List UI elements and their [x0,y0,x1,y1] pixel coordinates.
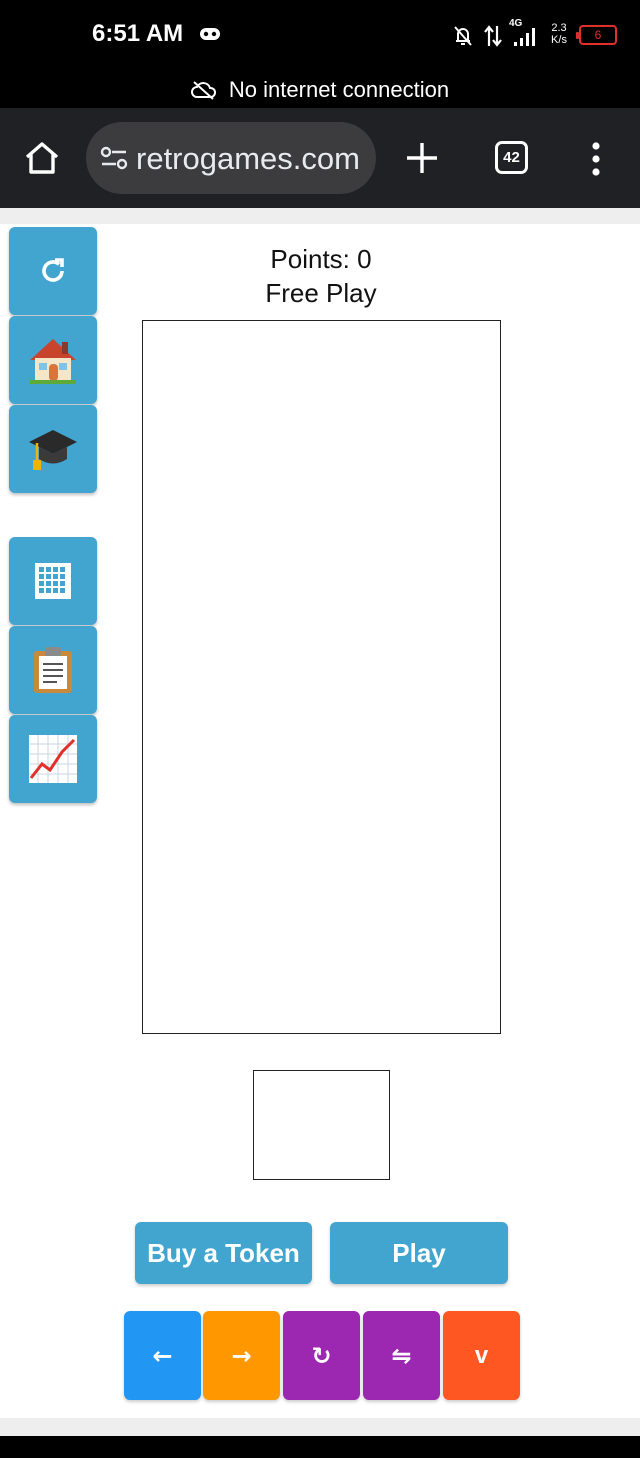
home-icon[interactable] [22,138,62,178]
points-display: Points: 0 [270,244,372,274]
browser-toolbar: retrogames.com 42 [0,108,640,208]
site-settings-icon[interactable] [100,146,128,170]
game-board[interactable] [142,320,501,1034]
game-mode: Free Play [265,278,377,308]
more-menu-icon[interactable] [590,141,602,177]
url-text[interactable]: retrogames.com [136,141,372,177]
stats-button[interactable] [9,715,97,803]
offline-text: No internet connection [228,77,450,102]
network-speed: 2.3 K/s [551,22,567,46]
play-button[interactable]: Play [330,1222,508,1284]
home-button[interactable] [9,316,97,404]
refresh-icon [42,258,64,282]
offline-banner: No internet connection [0,72,640,108]
tutorial-button[interactable] [9,405,97,493]
game-page: Points: 0 Free Play Buy a Token Play ← →… [0,224,640,1418]
clipboard-icon [34,647,72,693]
status-bar: 6:51 AM 4G 2.3 K/s 6 [0,0,640,72]
signal-icon [514,28,535,46]
data-transfer-icon [484,25,502,47]
grid-icon [35,563,71,599]
clipboard-button[interactable] [9,626,97,714]
cloud-off-icon [190,81,216,100]
drop-button[interactable]: v [443,1311,520,1400]
house-icon [30,339,76,384]
bell-off-icon [454,26,472,46]
rotate-button[interactable]: ↻ [283,1311,360,1400]
buy-token-button[interactable]: Buy a Token [135,1222,312,1284]
chart-icon [29,735,77,783]
graduation-cap-icon [29,430,77,470]
system-nav-bar [0,1436,640,1458]
toolbar-divider [0,208,640,224]
grid-button[interactable] [9,537,97,625]
restart-button[interactable] [9,227,97,315]
address-bar[interactable]: retrogames.com [86,122,376,194]
gamepad-icon [200,28,220,40]
battery-indicator: 6 [576,25,617,45]
move-left-button[interactable]: ← [124,1311,201,1400]
move-right-button[interactable]: → [203,1311,280,1400]
next-piece-preview [253,1070,390,1180]
tab-switcher-button[interactable]: 42 [495,141,528,174]
page-bottom-margin [0,1418,640,1436]
status-time: 6:51 AM [92,20,184,47]
swap-button[interactable]: ⇋ [363,1311,440,1400]
new-tab-icon[interactable] [404,140,440,176]
